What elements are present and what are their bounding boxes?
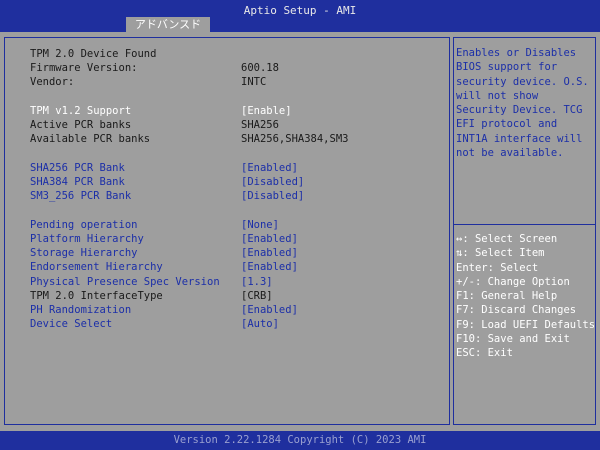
storage-hierarchy-label: Storage Hierarchy [30,247,138,259]
key-hint: ↔: Select Screen [456,233,558,245]
key-hint: F7: Discard Changes [456,304,577,317]
sha384-pcr-bank-value[interactable]: [Disabled] [241,175,304,189]
sha384-pcr-bank-option[interactable]: SHA384 PCR Bank [Disabled] [30,175,440,189]
ph-randomization-label: PH Randomization [30,304,132,316]
active-pcr-banks-value: SHA256 [241,119,279,131]
sha384-pcr-bank-label: SHA384 PCR Bank [30,176,125,188]
sha256-pcr-bank-value[interactable]: [Enabled] [241,161,298,175]
tpm-device-found-label: TPM 2.0 Device Found [30,48,157,60]
platform-hierarchy-label: Platform Hierarchy [30,233,144,245]
key-hint: ⇅: Select Item [456,247,545,260]
ph-randomization-option[interactable]: PH Randomization [Enabled] [30,303,440,317]
storage-hierarchy-option[interactable]: Storage Hierarchy [Enabled] [30,246,440,260]
help-divider [453,224,596,225]
footer-bar: Version 2.22.1284 Copyright (C) 2023 AMI [0,431,600,450]
sm3-pcr-bank-option[interactable]: SM3_256 PCR Bank [Disabled] [30,189,440,203]
available-pcr-banks-label: Available PCR banks [30,133,151,145]
interface-type-label: TPM 2.0 InterfaceType [30,290,163,302]
sm3-pcr-bank-label: SM3_256 PCR Bank [30,190,132,202]
physical-presence-spec-label: Physical Presence Spec Version [30,276,220,288]
endorsement-hierarchy-value[interactable]: [Enabled] [241,260,298,274]
title-bar: Aptio Setup - AMI アドバンスド [0,0,600,32]
sm3-pcr-bank-value[interactable]: [Disabled] [241,189,304,203]
tab-advanced[interactable]: アドバンスド [126,17,210,32]
sha256-pcr-bank-option[interactable]: SHA256 PCR Bank [Enabled] [30,161,440,175]
tpm-v12-support-option[interactable]: TPM v1.2 Support [Enable] [30,104,440,118]
endorsement-hierarchy-option[interactable]: Endorsement Hierarchy [Enabled] [30,260,440,274]
key-hint: F1: General Help [456,290,558,303]
tpm-device-found-row: TPM 2.0 Device Found [30,47,440,61]
bios-setup-screen: Aptio Setup - AMI アドバンスド TPM 2.0 Device … [0,0,600,450]
platform-hierarchy-option[interactable]: Platform Hierarchy [Enabled] [30,232,440,246]
interface-type-value: [CRB] [241,290,273,302]
interface-type-row: TPM 2.0 InterfaceType [CRB] [30,289,440,303]
tpm-v12-support-label: TPM v1.2 Support [30,105,132,117]
pending-operation-option[interactable]: Pending operation [None] [30,218,440,232]
app-title: Aptio Setup - AMI [243,4,357,17]
endorsement-hierarchy-label: Endorsement Hierarchy [30,261,163,273]
key-hint: F10: Save and Exit [456,333,570,346]
storage-hierarchy-value[interactable]: [Enabled] [241,246,298,260]
key-hint: Enter: Select [456,261,539,274]
vendor-row: Vendor: INTC [30,75,440,89]
active-pcr-banks-label: Active PCR banks [30,119,132,131]
key-hint: ESC: Exit [456,347,513,360]
physical-presence-spec-option[interactable]: Physical Presence Spec Version [1.3] [30,275,440,289]
physical-presence-spec-value[interactable]: [1.3] [241,275,273,289]
pending-operation-label: Pending operation [30,219,138,231]
tpm-v12-support-value[interactable]: [Enable] [241,104,292,118]
sha256-pcr-bank-label: SHA256 PCR Bank [30,162,125,174]
device-select-option[interactable]: Device Select [Auto] [30,317,440,331]
platform-hierarchy-value[interactable]: [Enabled] [241,232,298,246]
key-hint: +/-: Change Option [456,275,570,288]
available-pcr-banks-row: Available PCR banks SHA256,SHA384,SM3 [30,132,440,146]
firmware-version-label: Firmware Version: [30,62,138,74]
ph-randomization-value[interactable]: [Enabled] [241,303,298,317]
vendor-value: INTC [241,76,267,88]
vendor-label: Vendor: [30,76,75,88]
help-text: Enables or Disables BIOS support for sec… [456,47,589,160]
firmware-version-row: Firmware Version: 600.18 [30,61,440,75]
pending-operation-value[interactable]: [None] [241,218,279,232]
active-pcr-banks-row: Active PCR banks SHA256 [30,118,440,132]
available-pcr-banks-value: SHA256,SHA384,SM3 [241,133,349,145]
version-copyright: Version 2.22.1284 Copyright (C) 2023 AMI [173,434,427,446]
device-select-value[interactable]: [Auto] [241,317,279,331]
key-hint: F9: Load UEFI Defaults [456,318,596,331]
key-legend: ↔: Select Screen ⇅: Select Item Enter: S… [456,232,596,361]
device-select-label: Device Select [30,318,113,330]
firmware-version-value: 600.18 [241,62,279,74]
